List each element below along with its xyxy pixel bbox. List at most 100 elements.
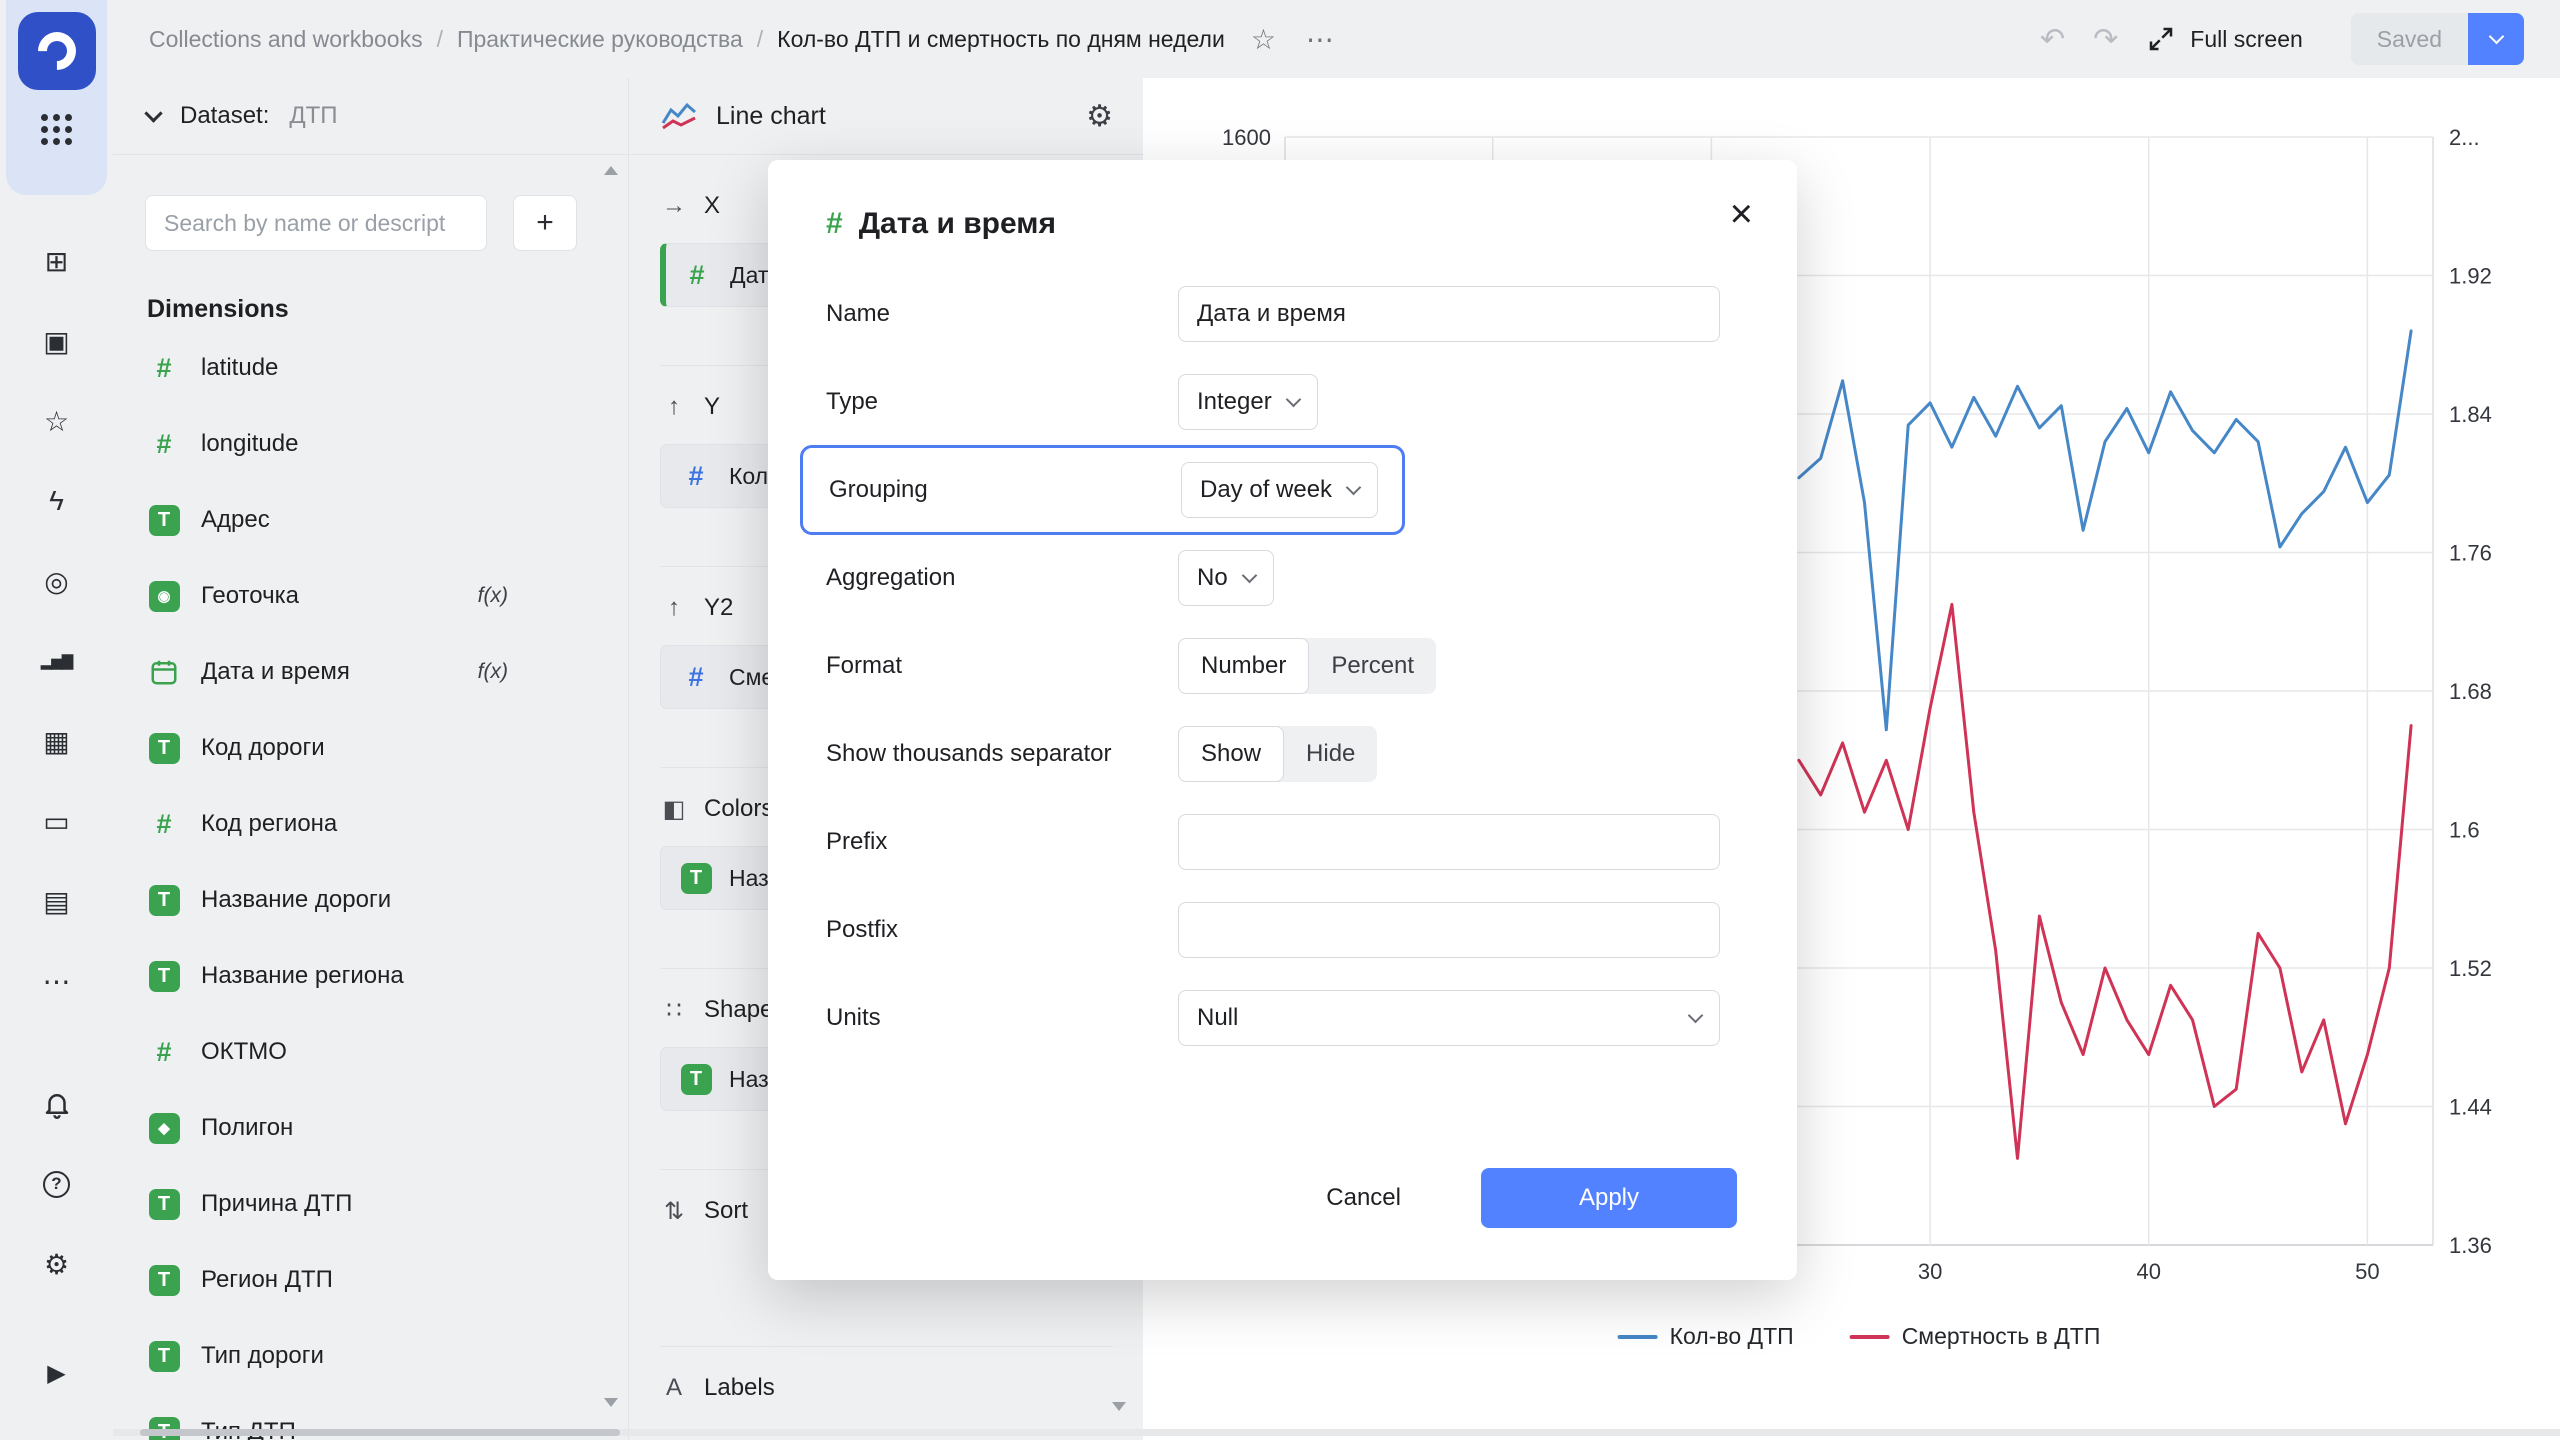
name-input[interactable] bbox=[1178, 286, 1720, 342]
favorite-star-icon[interactable]: ☆ bbox=[1251, 23, 1276, 56]
scroll-down-icon[interactable] bbox=[604, 1398, 618, 1407]
field-row-Тип дороги[interactable]: T Тип дороги bbox=[113, 1318, 628, 1394]
type-row: Type Integer bbox=[826, 374, 1725, 430]
grouping-select[interactable]: Day of week bbox=[1181, 462, 1379, 518]
text-field-icon: T bbox=[145, 884, 183, 916]
chevron-down-icon bbox=[1687, 1007, 1704, 1024]
help-icon[interactable]: ? bbox=[17, 1144, 97, 1224]
widgets-icon[interactable]: ⊞ bbox=[17, 221, 97, 301]
field-row-ОКТМО[interactable]: # ОКТМО bbox=[113, 1014, 628, 1090]
legend-line-swatch bbox=[1849, 1334, 1890, 1339]
field-row-longitude[interactable]: # longitude bbox=[113, 406, 628, 482]
save-dropdown-button[interactable] bbox=[2468, 13, 2524, 65]
legend-item-Кол-во ДТП[interactable]: Кол-во ДТП bbox=[1617, 1323, 1794, 1350]
chevron-down-icon bbox=[2488, 28, 2504, 45]
cancel-button[interactable]: Cancel bbox=[1326, 1184, 1401, 1212]
editor-table-icon[interactable]: ▦ bbox=[17, 701, 97, 781]
favorites-star-icon[interactable]: ☆ bbox=[17, 381, 97, 461]
datalens-logo[interactable] bbox=[17, 12, 96, 90]
field-name: Адрес bbox=[201, 506, 270, 533]
dialog-footer: Cancel Apply bbox=[1326, 1168, 1737, 1228]
apps-grid-icon[interactable] bbox=[41, 114, 72, 145]
prefix-input[interactable] bbox=[1178, 814, 1720, 870]
separator-hide-option[interactable]: Hide bbox=[1284, 726, 1377, 782]
chart-settings-gear-icon[interactable]: ⚙ bbox=[1086, 99, 1113, 134]
field-name: Код региона bbox=[201, 810, 338, 837]
breadcrumb-collections[interactable]: Collections and workbooks bbox=[149, 26, 423, 53]
dimensions-list: # latitude # longitude T Адрес ◉ Геоточка f(x) Да… bbox=[113, 330, 628, 1440]
field-row-Дата и время[interactable]: Дата и время f(x) bbox=[113, 634, 628, 710]
dataset-selector[interactable]: Dataset: ДТП bbox=[113, 78, 628, 155]
name-row: Name bbox=[826, 286, 1725, 342]
search-input[interactable] bbox=[145, 195, 487, 251]
datasets-icon[interactable]: ◎ bbox=[17, 541, 97, 621]
storage-folder-icon[interactable]: ▤ bbox=[17, 861, 97, 941]
field-row-Адрес[interactable]: T Адрес bbox=[113, 482, 628, 558]
arrow-up-icon: ↑ bbox=[668, 393, 680, 420]
redo-icon[interactable]: ↷ bbox=[2093, 22, 2118, 57]
chart-type-title[interactable]: Line chart bbox=[716, 102, 826, 131]
field-row-Код региона[interactable]: # Код региона bbox=[113, 786, 628, 862]
dataset-name: ДТП bbox=[289, 102, 338, 129]
field-row-Название дороги[interactable]: T Название дороги bbox=[113, 862, 628, 938]
full-screen-label: Full screen bbox=[2190, 25, 2303, 52]
dialog-body: Name Type Integer Grouping Day of week A… bbox=[800, 286, 1725, 1046]
format-number-option[interactable]: Number bbox=[1178, 638, 1310, 694]
line-chart-type-icon[interactable] bbox=[660, 101, 698, 131]
dashboards-monitor-icon[interactable]: ▭ bbox=[17, 781, 97, 861]
chevron-down-icon bbox=[1241, 567, 1257, 584]
separator-show-option[interactable]: Show bbox=[1178, 726, 1285, 782]
aggregation-value: No bbox=[1197, 564, 1228, 591]
svg-text:1.84: 1.84 bbox=[2449, 402, 2492, 427]
text-field-icon: T bbox=[145, 1264, 183, 1296]
type-select[interactable]: Integer bbox=[1178, 374, 1318, 430]
aggregation-select[interactable]: No bbox=[1178, 550, 1274, 606]
panel-scroll-down-icon[interactable] bbox=[1112, 1402, 1126, 1411]
breadcrumb-current-page: Кол-во ДТП и смертность по дням недели bbox=[743, 26, 1225, 53]
scroll-up-icon[interactable] bbox=[604, 166, 618, 175]
field-name: Геоточка bbox=[201, 582, 299, 609]
apply-button[interactable]: Apply bbox=[1481, 1168, 1737, 1228]
units-value: Null bbox=[1197, 1004, 1239, 1031]
settings-gear-icon[interactable]: ⚙ bbox=[17, 1224, 97, 1304]
notifications-bell-icon[interactable] bbox=[17, 1064, 97, 1144]
type-label: Type bbox=[826, 388, 879, 415]
text-field-icon: T bbox=[145, 960, 183, 992]
field-row-Название региона[interactable]: T Название региона bbox=[113, 938, 628, 1014]
field-row-Полигон[interactable]: ◆ Полигон bbox=[113, 1090, 628, 1166]
field-row-Регион ДТП[interactable]: T Регион ДТП bbox=[113, 1242, 628, 1318]
breadcrumb: Collections and workbooks Практические р… bbox=[149, 26, 1225, 53]
legend-item-Смертность в ДТП[interactable]: Смертность в ДТП bbox=[1849, 1323, 2100, 1350]
number-field-icon: # bbox=[689, 259, 705, 290]
expand-panel-icon[interactable]: ▶ bbox=[17, 1333, 97, 1413]
more-actions-icon[interactable]: ⋯ bbox=[1306, 23, 1336, 56]
breadcrumb-workbook[interactable]: Практические руководства bbox=[423, 26, 743, 53]
field-name: Название дороги bbox=[201, 886, 392, 913]
collections-icon[interactable]: ▣ bbox=[17, 301, 97, 381]
full-screen-button[interactable]: Full screen bbox=[2146, 24, 2303, 54]
calendar-field-icon bbox=[145, 657, 183, 687]
charts-icon[interactable]: ▂▅▇ bbox=[17, 621, 97, 701]
chart-legend: Кол-во ДТП Смертность в ДТП bbox=[1617, 1323, 2100, 1350]
add-field-button[interactable]: + bbox=[513, 195, 577, 251]
field-row-Геоточка[interactable]: ◉ Геоточка f(x) bbox=[113, 558, 628, 634]
saved-button[interactable]: Saved bbox=[2350, 13, 2468, 65]
svg-text:1.36: 1.36 bbox=[2449, 1233, 2492, 1258]
connections-lightning-icon[interactable]: ϟ bbox=[17, 461, 97, 541]
grouping-row-highlighted: Grouping Day of week bbox=[800, 445, 1406, 535]
field-row-Причина ДТП[interactable]: T Причина ДТП bbox=[113, 1166, 628, 1242]
legend-line-swatch bbox=[1617, 1334, 1658, 1339]
more-ellipsis-icon[interactable]: ⋯ bbox=[17, 941, 97, 1021]
close-icon[interactable]: × bbox=[1730, 194, 1753, 234]
separator-label: Show thousands separator bbox=[826, 740, 1112, 767]
bar-chart-icon: ▂▅▇ bbox=[40, 653, 74, 670]
units-select[interactable]: Null bbox=[1178, 990, 1720, 1046]
text-field-icon: T bbox=[145, 732, 183, 764]
postfix-input[interactable] bbox=[1178, 902, 1720, 958]
format-percent-option[interactable]: Percent bbox=[1309, 638, 1436, 694]
undo-icon[interactable]: ↶ bbox=[2040, 22, 2065, 57]
scrollbar-thumb[interactable] bbox=[140, 1429, 620, 1436]
field-row-Код дороги[interactable]: T Код дороги bbox=[113, 710, 628, 786]
svg-text:40: 40 bbox=[2136, 1259, 2160, 1284]
field-row-latitude[interactable]: # latitude bbox=[113, 330, 628, 406]
